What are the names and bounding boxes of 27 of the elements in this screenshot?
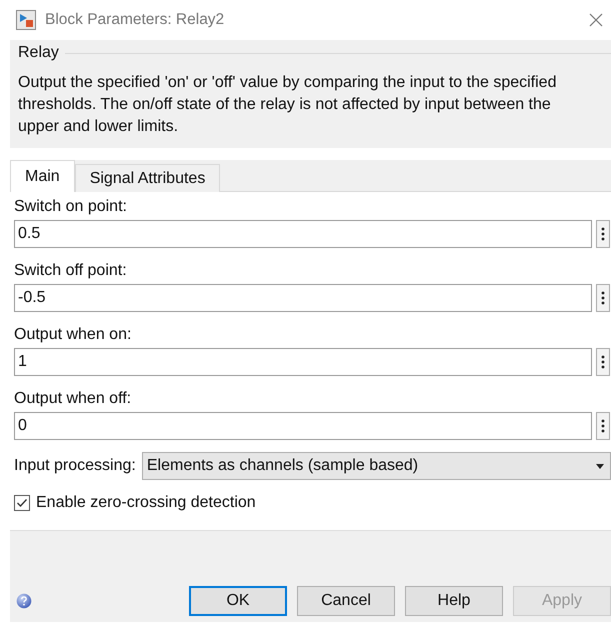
checkbox-label: Enable zero-crossing detection [36,494,256,512]
more-options-icon[interactable] [596,220,610,248]
dialog-button[interactable]: OK [189,586,287,616]
field-label: Switch off point: [14,262,128,280]
description-text: Output the specified 'on' or 'off' value by comparing the input to the specified thresholds. The on/off state of the relay is not affected by input between the upper and lower limits. [18,73,558,137]
field-label: Output when off: [14,390,132,408]
input-processing-dropdown[interactable]: Elements as channels (sample based) [142,452,611,480]
tab[interactable]: Main [10,160,75,192]
window-title: Block Parameters: Relay2 [45,11,226,29]
field-label: Switch on point: [14,198,128,216]
input-field[interactable]: 0 [14,412,592,440]
input-field[interactable]: 0.5 [14,220,592,248]
tab[interactable]: Signal Attributes [74,164,220,192]
block-icon [16,10,36,30]
close-icon[interactable] [589,13,603,27]
field-label: Output when on: [14,326,132,344]
more-options-icon[interactable] [596,284,610,312]
input-field[interactable]: -0.5 [14,284,592,312]
input-field[interactable]: 1 [14,348,592,376]
more-options-icon[interactable] [596,412,610,440]
checkbox[interactable] [14,495,30,511]
group-title: Relay [18,44,59,62]
input-processing-label: Input processing: [14,457,136,475]
dialog-button[interactable]: Cancel [297,586,395,616]
caret-icon [596,464,604,468]
more-options-icon[interactable] [596,348,610,376]
dialog-button[interactable]: Help [405,586,503,616]
